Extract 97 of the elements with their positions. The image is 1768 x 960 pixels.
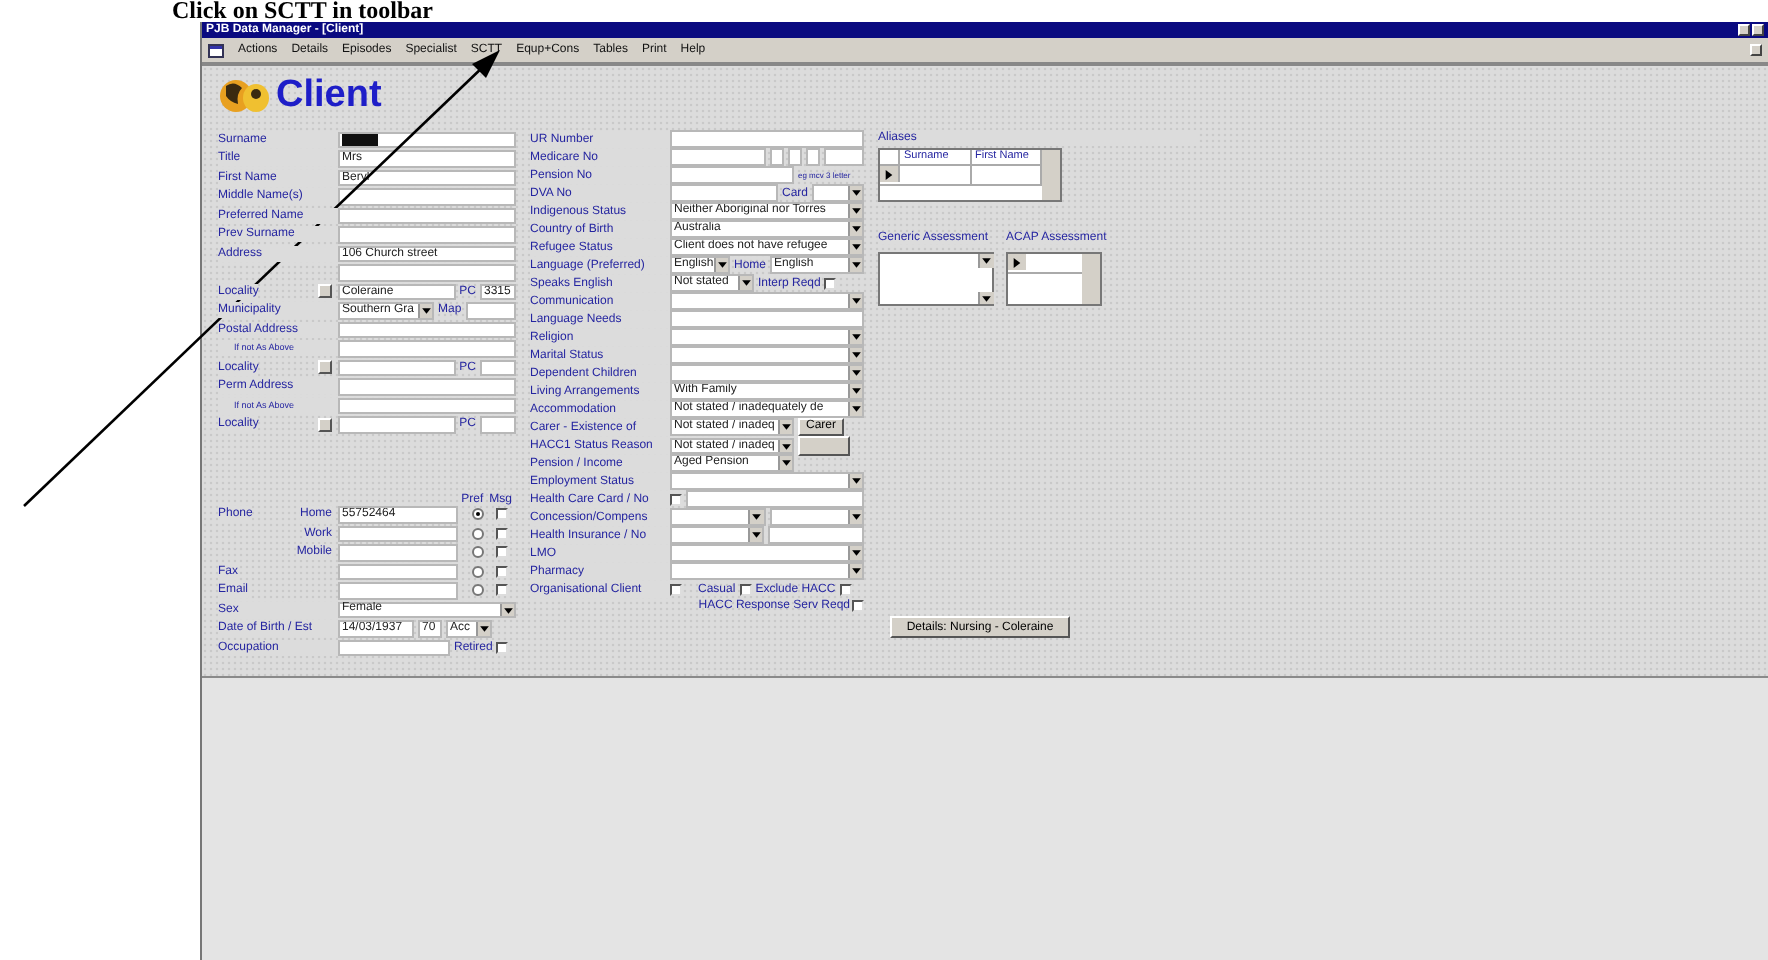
scrollbar[interactable] bbox=[1042, 150, 1060, 200]
text-field[interactable] bbox=[338, 378, 516, 395]
dropdown-arrow-icon bbox=[713, 258, 728, 272]
dropdown-arrow-icon bbox=[847, 258, 862, 272]
logo-drawing bbox=[218, 76, 270, 116]
dropdown-arrow-icon bbox=[847, 546, 862, 560]
radio-button[interactable] bbox=[472, 584, 484, 597]
minimize-button[interactable] bbox=[1738, 24, 1750, 36]
dropdown-field[interactable] bbox=[670, 472, 864, 490]
text-field[interactable] bbox=[670, 130, 864, 148]
checkbox[interactable] bbox=[839, 583, 852, 595]
text-field[interactable] bbox=[338, 416, 456, 433]
dropdown-field[interactable] bbox=[670, 364, 864, 382]
text-field[interactable] bbox=[338, 525, 458, 542]
lookup-button[interactable] bbox=[318, 284, 332, 299]
text-field[interactable] bbox=[338, 563, 458, 580]
dropdown-arrow-icon bbox=[499, 603, 514, 616]
text-field[interactable] bbox=[670, 148, 766, 166]
text-field[interactable] bbox=[670, 310, 864, 328]
checkbox[interactable] bbox=[670, 583, 682, 595]
instruction-heading: Click on SCTT in toolbar bbox=[170, 0, 435, 22]
checkbox[interactable] bbox=[496, 527, 508, 540]
lookup-button[interactable] bbox=[318, 417, 332, 432]
dropdown-field[interactable] bbox=[769, 508, 864, 526]
text-field[interactable] bbox=[670, 166, 794, 184]
dropdown-arrow-icon bbox=[847, 474, 862, 488]
text-field[interactable] bbox=[338, 188, 516, 205]
text-field[interactable] bbox=[480, 416, 516, 433]
text-field[interactable] bbox=[338, 207, 516, 224]
dropdown-arrow-icon bbox=[737, 276, 752, 290]
dropdown-arrow-icon bbox=[748, 510, 763, 524]
scroll-down-icon bbox=[978, 291, 993, 304]
text-field[interactable] bbox=[338, 359, 456, 376]
checkbox[interactable] bbox=[670, 493, 682, 505]
record-selector-icon bbox=[1012, 257, 1022, 267]
dropdown-arrow-icon bbox=[475, 622, 490, 635]
scroll-up-icon bbox=[978, 254, 993, 267]
dropdown-arrow-icon bbox=[847, 294, 862, 308]
dropdown-field[interactable] bbox=[670, 292, 864, 310]
blank-button[interactable] bbox=[798, 436, 850, 456]
checkbox[interactable] bbox=[496, 546, 508, 559]
dropdown-arrow-icon bbox=[847, 186, 862, 200]
checkbox[interactable] bbox=[496, 584, 508, 597]
text-field[interactable] bbox=[338, 226, 516, 243]
text-field[interactable] bbox=[338, 321, 516, 338]
checkbox[interactable] bbox=[496, 641, 509, 654]
dropdown-arrow-icon bbox=[847, 366, 862, 380]
checkbox[interactable] bbox=[739, 583, 752, 595]
dropdown-field[interactable] bbox=[812, 184, 864, 202]
dropdown-arrow-icon bbox=[847, 510, 862, 524]
text-field[interactable] bbox=[338, 264, 516, 281]
dropdown-arrow-icon bbox=[847, 240, 862, 254]
form-title: Client bbox=[276, 74, 382, 118]
dropdown-field[interactable] bbox=[670, 562, 864, 580]
dropdown-arrow-icon bbox=[847, 204, 862, 218]
dropdown-arrow-icon bbox=[847, 402, 862, 416]
dropdown-arrow-icon bbox=[847, 384, 862, 398]
dropdown-arrow-icon bbox=[777, 456, 792, 470]
dropdown-arrow-icon bbox=[777, 420, 792, 434]
dropdown-field[interactable] bbox=[670, 526, 764, 544]
assessment-grid[interactable] bbox=[1006, 252, 1102, 306]
checkbox[interactable] bbox=[824, 277, 837, 289]
radio-button[interactable] bbox=[472, 546, 484, 559]
dropdown-field[interactable] bbox=[670, 544, 864, 562]
radio-button[interactable] bbox=[472, 508, 484, 521]
text-field[interactable] bbox=[338, 639, 450, 656]
dropdown-arrow-icon bbox=[847, 348, 862, 362]
dropdown-arrow-icon bbox=[847, 222, 862, 236]
lookup-button[interactable] bbox=[318, 360, 332, 375]
text-field[interactable] bbox=[338, 131, 516, 148]
text-field[interactable] bbox=[480, 359, 516, 376]
text-field[interactable] bbox=[465, 302, 516, 319]
dropdown-field[interactable] bbox=[670, 346, 864, 364]
checkbox[interactable] bbox=[496, 565, 508, 578]
dropdown-arrow-icon bbox=[747, 528, 762, 542]
text-field[interactable] bbox=[338, 340, 516, 357]
record-selector-icon bbox=[884, 169, 894, 179]
dropdown-field[interactable] bbox=[670, 508, 765, 526]
text-field[interactable] bbox=[824, 148, 864, 166]
dropdown-arrow-icon bbox=[847, 564, 862, 578]
dropdown-arrow-icon bbox=[777, 439, 792, 453]
checkbox[interactable] bbox=[496, 508, 508, 521]
text-field[interactable] bbox=[338, 544, 458, 561]
dropdown-arrow-icon bbox=[417, 304, 432, 317]
text-field[interactable] bbox=[338, 397, 516, 414]
scrollbar[interactable] bbox=[1082, 254, 1100, 304]
text-field[interactable] bbox=[338, 582, 458, 599]
dropdown-field[interactable] bbox=[670, 328, 864, 346]
text-field[interactable] bbox=[670, 184, 778, 202]
dropdown-arrow-icon bbox=[847, 330, 862, 344]
form-icon[interactable] bbox=[208, 43, 224, 57]
text-field[interactable] bbox=[686, 490, 864, 508]
radio-button[interactable] bbox=[472, 527, 484, 540]
radio-button[interactable] bbox=[472, 565, 484, 578]
checkbox[interactable] bbox=[852, 600, 864, 612]
text-field[interactable] bbox=[768, 526, 864, 544]
assessment-list[interactable] bbox=[878, 252, 994, 306]
